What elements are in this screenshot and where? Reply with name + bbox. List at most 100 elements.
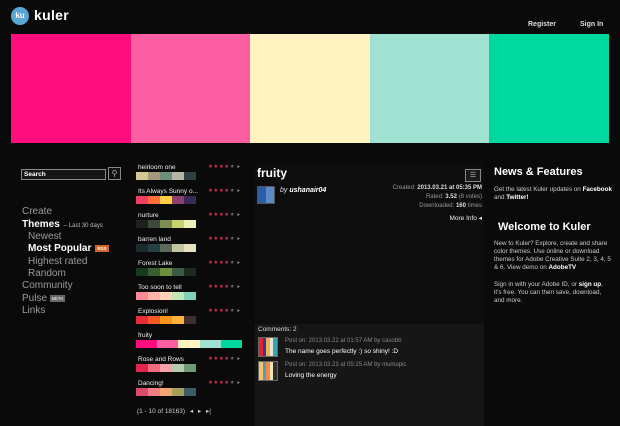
rating-stars[interactable]: ★★★★★ ▸ <box>208 188 240 194</box>
theme-name[interactable]: Its Always Sunny o... <box>138 188 198 195</box>
theme-swatch[interactable] <box>136 172 196 180</box>
rating-stars[interactable]: ★★★★★ ▸ <box>208 284 240 290</box>
theme-row[interactable]: Rose and Rows ★★★★★ ▸ <box>136 356 242 378</box>
theme-row[interactable]: barren land ★★★★★ ▸ <box>136 236 242 258</box>
theme-row[interactable]: Forest Lake ★★★★★ ▸ <box>136 260 242 282</box>
swatch-color <box>273 362 277 380</box>
swatch-color <box>184 244 196 252</box>
swatch-color <box>148 244 160 252</box>
theme-name[interactable]: fruity <box>138 332 152 339</box>
theme-swatch[interactable] <box>136 196 196 204</box>
downloaded-label: Downloaded: <box>419 203 455 209</box>
swatch-color <box>172 244 184 252</box>
nav-most-popular[interactable]: Most Popular RSS <box>28 243 109 254</box>
last-page-icon[interactable]: ▸| <box>206 408 211 415</box>
author-thumbnail[interactable] <box>257 186 275 204</box>
hero-swatch[interactable] <box>250 34 370 143</box>
sign-up-link[interactable]: sign up <box>579 281 601 288</box>
theme-row[interactable]: heirloom one ★★★★★ ▸ <box>136 164 242 186</box>
more-info-link[interactable]: More Info ◂ <box>449 214 482 222</box>
facebook-link[interactable]: Facebook <box>583 186 612 193</box>
search-input[interactable]: Search <box>21 169 106 180</box>
theme-name[interactable]: Too soon to tell <box>138 284 182 291</box>
kuler-logo-icon[interactable]: ku <box>11 7 29 25</box>
theme-swatch[interactable] <box>136 388 196 396</box>
theme-row[interactable]: Explosion! ★★★★★ ▸ <box>136 308 242 330</box>
hero-swatch[interactable] <box>369 34 490 143</box>
welcome-intro: New to Kuler? Explore, create and share … <box>494 240 612 272</box>
nav-newest[interactable]: Newest <box>28 231 61 242</box>
theme-name[interactable]: Dancing! <box>138 380 164 387</box>
theme-author: by ushanair04 <box>280 187 326 194</box>
pager-range: (1 - 10 of 18163) <box>137 408 186 415</box>
rating-stars[interactable]: ★★★★★ ▸ <box>208 380 240 386</box>
theme-name[interactable]: Explosion! <box>138 308 168 315</box>
swatch-color <box>160 268 172 276</box>
theme-swatch[interactable] <box>136 364 196 372</box>
swatch-color <box>184 292 196 300</box>
created-meta: Created: 2013.03.21 at 05:35 PM <box>393 185 482 191</box>
swatch-color <box>148 220 160 228</box>
theme-swatch[interactable] <box>136 292 196 300</box>
rating-stars[interactable]: ★★★★★ ▸ <box>208 164 240 170</box>
swatch-color <box>184 316 196 324</box>
hero-swatch[interactable] <box>11 34 131 143</box>
news-title: News & Features <box>494 166 583 178</box>
theme-actions-menu-icon[interactable]: ☰ <box>465 169 481 182</box>
nav-highest-rated[interactable]: Highest rated <box>28 256 87 267</box>
theme-name[interactable]: Rose and Rows <box>138 356 184 363</box>
rating-stars[interactable]: ★★★★★ ▸ <box>208 212 240 218</box>
swatch-color <box>184 172 196 180</box>
swatch-color <box>172 388 184 396</box>
hero-theme-colors <box>11 34 609 143</box>
theme-row[interactable]: fruity <box>136 332 243 354</box>
rating-stars[interactable]: ★★★★★ ▸ <box>208 236 240 242</box>
theme-swatch[interactable] <box>136 244 196 252</box>
theme-name[interactable]: barren land <box>138 236 171 243</box>
theme-swatch[interactable] <box>136 268 196 276</box>
theme-name[interactable]: heirloom one <box>138 164 176 171</box>
nav-pulse[interactable]: Pulse BETA <box>22 293 66 304</box>
nav-links[interactable]: Links <box>22 305 45 316</box>
swatch-color <box>160 244 172 252</box>
nav-themes-sub[interactable]: – Last 30 days <box>64 223 103 229</box>
rating-stars[interactable]: ★★★★★ ▸ <box>208 260 240 266</box>
next-page-icon[interactable]: ▸ <box>198 408 201 415</box>
swatch-color <box>172 316 184 324</box>
theme-row[interactable]: nurture ★★★★★ ▸ <box>136 212 242 234</box>
theme-name[interactable]: Forest Lake <box>138 260 172 267</box>
theme-row[interactable]: Its Always Sunny o... ★★★★★ ▸ <box>136 188 242 210</box>
swatch-color <box>136 220 148 228</box>
comment-theme-thumbnail[interactable] <box>258 337 278 357</box>
nav-themes[interactable]: Themes – Last 30 days <box>22 219 103 230</box>
swatch-color <box>136 268 148 276</box>
search-user-icon[interactable]: ⚲ <box>108 167 121 180</box>
hero-swatch[interactable] <box>489 34 609 143</box>
kuler-logo-text[interactable]: kuler <box>34 7 69 23</box>
comments-panel: Comments: 2 Post on: 2013.03.22 at 01:57… <box>255 324 484 426</box>
theme-swatch[interactable] <box>136 316 196 324</box>
comment-theme-thumbnail[interactable] <box>258 361 278 381</box>
comment-item: Post on: 2013.03.23 at 05:25 AM by mumup… <box>258 361 482 383</box>
twitter-link[interactable]: Twitter! <box>506 194 528 201</box>
theme-name[interactable]: nurture <box>138 212 159 219</box>
rating-stars[interactable]: ★★★★★ ▸ <box>208 308 240 314</box>
theme-row[interactable]: Dancing! ★★★★★ ▸ <box>136 380 242 402</box>
theme-swatch[interactable] <box>136 220 196 228</box>
register-link[interactable]: Register <box>528 21 556 28</box>
hero-swatch[interactable] <box>130 34 251 143</box>
prev-page-icon[interactable]: ◂ <box>190 408 193 415</box>
swatch-color <box>160 388 172 396</box>
theme-row[interactable]: Too soon to tell ★★★★★ ▸ <box>136 284 242 306</box>
rss-badge[interactable]: RSS <box>95 244 109 252</box>
author-link[interactable]: ushanair04 <box>289 187 326 194</box>
nav-random[interactable]: Random <box>28 268 66 279</box>
rating-stars[interactable]: ★★★★★ ▸ <box>208 356 240 362</box>
nav-community[interactable]: Community <box>22 280 73 291</box>
swatch-color <box>172 364 184 372</box>
sign-in-link[interactable]: Sign In <box>580 21 603 28</box>
theme-swatch[interactable] <box>136 340 243 348</box>
adobetv-link[interactable]: AdobeTV <box>549 264 577 271</box>
nav-create[interactable]: Create <box>22 206 52 217</box>
swatch-color <box>172 292 184 300</box>
